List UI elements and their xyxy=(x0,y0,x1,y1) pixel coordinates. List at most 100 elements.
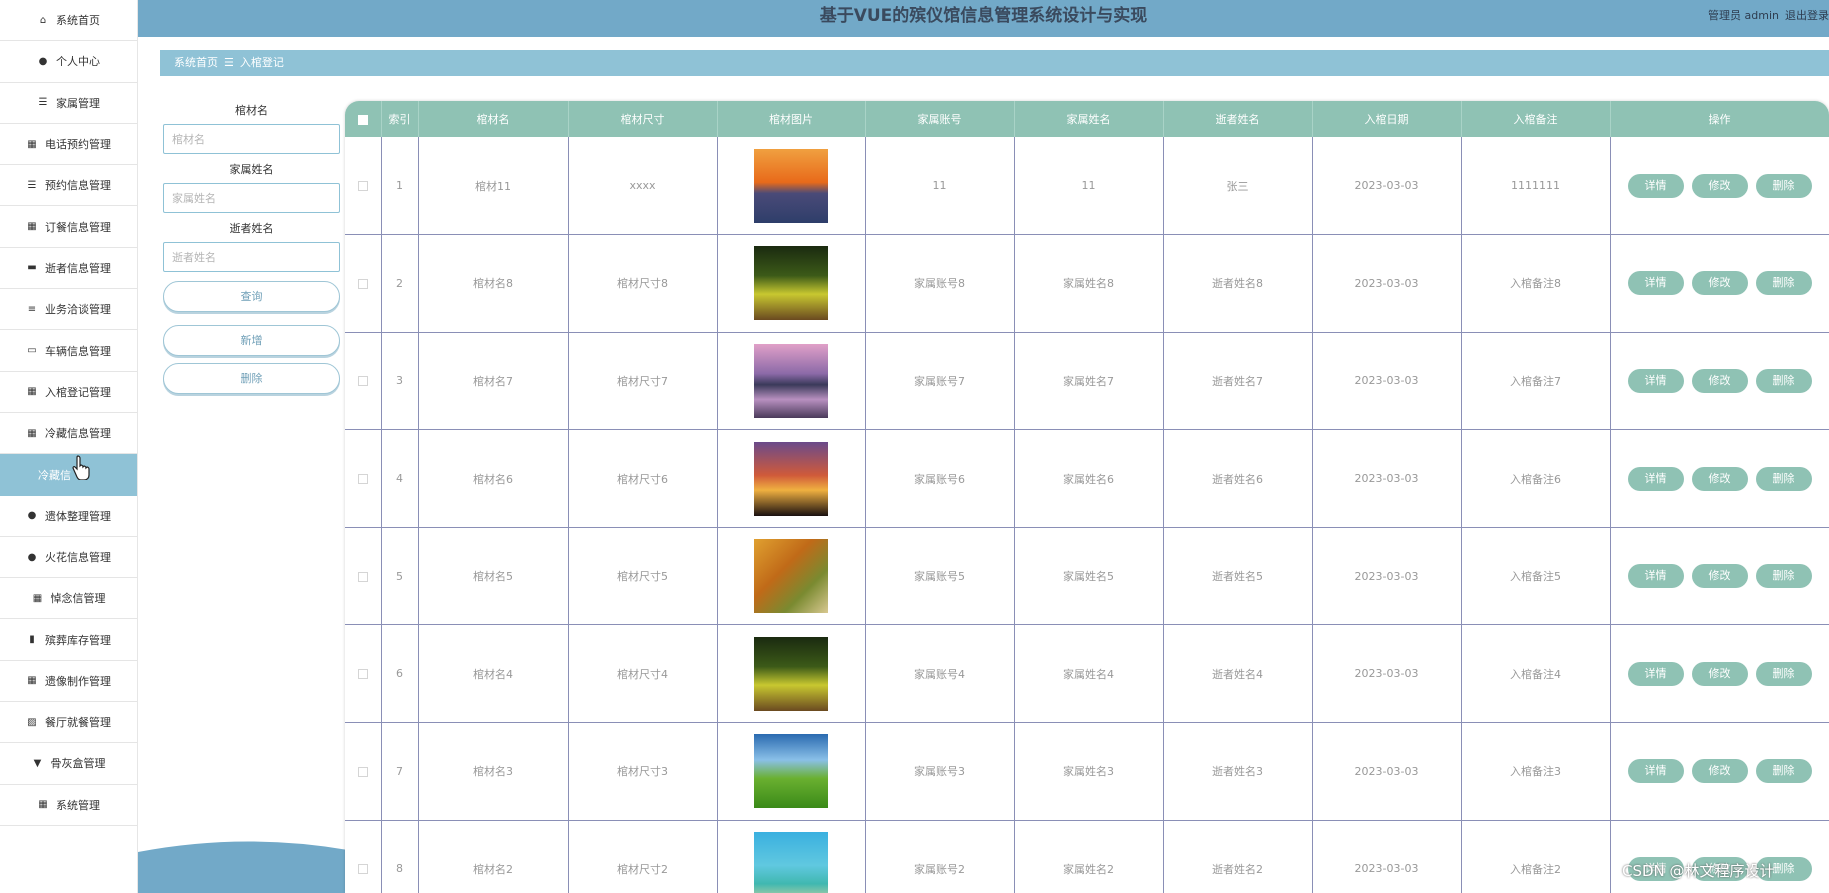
column-header: 棺材尺寸 xyxy=(568,101,718,137)
coffin-image xyxy=(754,831,828,893)
row-checkbox[interactable] xyxy=(357,474,368,485)
row-checkbox-cell xyxy=(345,429,382,528)
edit-button[interactable]: 修改 xyxy=(1691,271,1748,296)
sidebar-item[interactable]: ● 个人中心 xyxy=(0,41,137,83)
edit-button[interactable]: 修改 xyxy=(1691,466,1748,491)
add-button[interactable]: 新增 xyxy=(163,325,340,356)
row-delete-button[interactable]: 删除 xyxy=(1755,759,1812,784)
table-row: 5 棺材名5 棺材尺寸5 家属账号5 家属姓名5 逝者姓名5 2023-03-03 入棺备注5… xyxy=(345,527,1829,626)
edit-button[interactable]: 修改 xyxy=(1691,661,1748,686)
cell-account: 家属账号3 xyxy=(865,722,1015,821)
row-checkbox[interactable] xyxy=(357,571,368,582)
edit-button[interactable]: 修改 xyxy=(1691,564,1748,589)
data-table: 索引 棺材名 棺材尺寸 棺材图片 家属账号 家属姓名 逝者姓名 入棺日期 入棺备… xyxy=(345,101,1829,893)
person-icon: ● xyxy=(38,55,48,67)
row-checkbox[interactable] xyxy=(357,766,368,777)
row-checkbox[interactable] xyxy=(357,864,368,875)
family-name-input[interactable] xyxy=(163,183,340,213)
cell-date: 2023-03-03 xyxy=(1312,234,1462,333)
sidebar-item[interactable]: ▬ 逝者信息管理 xyxy=(0,248,137,290)
logout-link[interactable]: 退出登录 xyxy=(1785,9,1829,22)
checkbox-icon[interactable] xyxy=(357,114,368,125)
detail-button[interactable]: 详情 xyxy=(1627,271,1684,296)
cell-family: 家属姓名4 xyxy=(1014,624,1164,724)
row-delete-button[interactable]: 删除 xyxy=(1755,466,1812,491)
sidebar-item[interactable]: ▦ 电话预约管理 xyxy=(0,124,137,166)
row-delete-button[interactable]: 删除 xyxy=(1755,173,1812,198)
sidebar-item[interactable]: 冷藏信 xyxy=(0,454,137,496)
breadcrumb-home[interactable]: 系统首页 xyxy=(174,56,218,69)
sidebar-item[interactable]: ▦ 系统管理 xyxy=(0,785,137,826)
cell-family: 家属姓名7 xyxy=(1014,332,1164,431)
sidebar-item[interactable]: ▮ 殡葬库存管理 xyxy=(0,619,137,661)
sidebar-item-label: 火花信息管理 xyxy=(45,551,111,564)
sidebar-item[interactable]: ⌂ 系统首页 xyxy=(0,0,137,42)
cell-name: 棺材名5 xyxy=(418,527,569,626)
row-actions: 详情 修改 删除 xyxy=(1611,564,1829,589)
sidebar-item-label: 冷藏信 xyxy=(38,468,71,482)
row-actions-cell: 详情 修改 删除 xyxy=(1610,234,1829,333)
cell-deceased: 逝者姓名2 xyxy=(1163,820,1313,893)
sidebar-menu: ⌂ 系统首页 ● 个人中心 ☰ 家属管理 ▦ 电话预约管理 ☰ 预约信息管理 ▦ 订餐信息管理 ▬ 逝者信… xyxy=(0,0,137,826)
detail-button[interactable]: 详情 xyxy=(1627,564,1684,589)
sidebar-item-label: 遗体整理管理 xyxy=(45,509,111,523)
row-delete-button[interactable]: 删除 xyxy=(1755,271,1812,296)
sidebar-item[interactable]: ☰ 家属管理 xyxy=(0,83,137,124)
sidebar-item[interactable]: ≡ 业务洽谈管理 xyxy=(0,289,137,331)
query-button[interactable]: 查询 xyxy=(163,281,340,312)
sidebar-item-label: 殡葬库存管理 xyxy=(45,633,111,647)
row-actions-cell: 详情 修改 删除 xyxy=(1610,429,1829,528)
row-checkbox[interactable] xyxy=(357,278,368,289)
row-actions: 详情 修改 删除 xyxy=(1611,271,1829,296)
cell-note: 入棺备注7 xyxy=(1461,332,1611,431)
cell-index: 7 xyxy=(381,722,419,821)
sidebar-item-label: 餐厅就餐管理 xyxy=(45,716,111,730)
cell-name: 棺材名7 xyxy=(418,332,569,431)
sidebar-item[interactable]: ▼ 骨灰盒管理 xyxy=(0,743,137,785)
delete-button[interactable]: 删除 xyxy=(163,363,340,394)
grid-icon: ▦ xyxy=(27,138,37,150)
home-icon: ⌂ xyxy=(39,14,47,26)
grid-icon: ▦ xyxy=(27,221,37,233)
sidebar-item[interactable]: ▦ 订餐信息管理 xyxy=(0,206,137,248)
row-delete-button[interactable]: 删除 xyxy=(1755,368,1812,393)
edit-button[interactable]: 修改 xyxy=(1691,173,1748,198)
edit-button[interactable]: 修改 xyxy=(1691,368,1748,393)
sidebar-item-label: 系统管理 xyxy=(56,798,100,812)
cell-index: 4 xyxy=(381,429,419,528)
sidebar-item[interactable]: ● 遗体整理管理 xyxy=(0,496,137,537)
sidebar-item[interactable]: ▦ 冷藏信息管理 xyxy=(0,413,137,455)
column-header: 操作 xyxy=(1610,101,1829,137)
sidebar-item[interactable]: ● 火花信息管理 xyxy=(0,537,137,579)
row-checkbox-cell xyxy=(345,624,382,724)
detail-button[interactable]: 详情 xyxy=(1627,661,1684,686)
column-header: 家属账号 xyxy=(865,101,1015,137)
sidebar-item-label: 系统首页 xyxy=(56,14,100,28)
edit-button[interactable]: 修改 xyxy=(1691,759,1748,784)
sidebar-item[interactable]: ▦ 遗像制作管理 xyxy=(0,661,137,703)
coffin-image xyxy=(754,539,828,614)
detail-button[interactable]: 详情 xyxy=(1627,466,1684,491)
row-checkbox[interactable] xyxy=(357,181,368,192)
detail-button[interactable]: 详情 xyxy=(1627,759,1684,784)
cell-deceased: 逝者姓名5 xyxy=(1163,527,1313,626)
coffin-name-input[interactable] xyxy=(163,124,340,154)
deceased-name-input[interactable] xyxy=(163,242,340,272)
sidebar-item[interactable]: ▨ 餐厅就餐管理 xyxy=(0,702,137,744)
cell-account: 家属账号2 xyxy=(865,820,1015,893)
detail-button[interactable]: 详情 xyxy=(1627,368,1684,393)
row-checkbox[interactable] xyxy=(357,376,368,387)
detail-button[interactable]: 详情 xyxy=(1627,173,1684,198)
row-checkbox[interactable] xyxy=(357,669,368,680)
user-label: 管理员 admin xyxy=(1708,9,1779,22)
row-delete-button[interactable]: 删除 xyxy=(1755,661,1812,686)
sidebar-item[interactable]: ▦ 入棺登记管理 xyxy=(0,372,137,413)
sidebar-item[interactable]: ▭ 车辆信息管理 xyxy=(0,330,137,372)
row-actions: 详情 修改 删除 xyxy=(1611,759,1829,784)
select-all-checkbox[interactable] xyxy=(345,101,382,137)
breadcrumb-current: 入棺登记 xyxy=(239,56,284,69)
row-delete-button[interactable]: 删除 xyxy=(1755,564,1812,589)
sidebar-item[interactable]: ☰ 预约信息管理 xyxy=(0,165,137,207)
coffin-image-cell xyxy=(717,137,866,236)
sidebar-item[interactable]: ▦ 悼念信管理 xyxy=(0,578,137,620)
